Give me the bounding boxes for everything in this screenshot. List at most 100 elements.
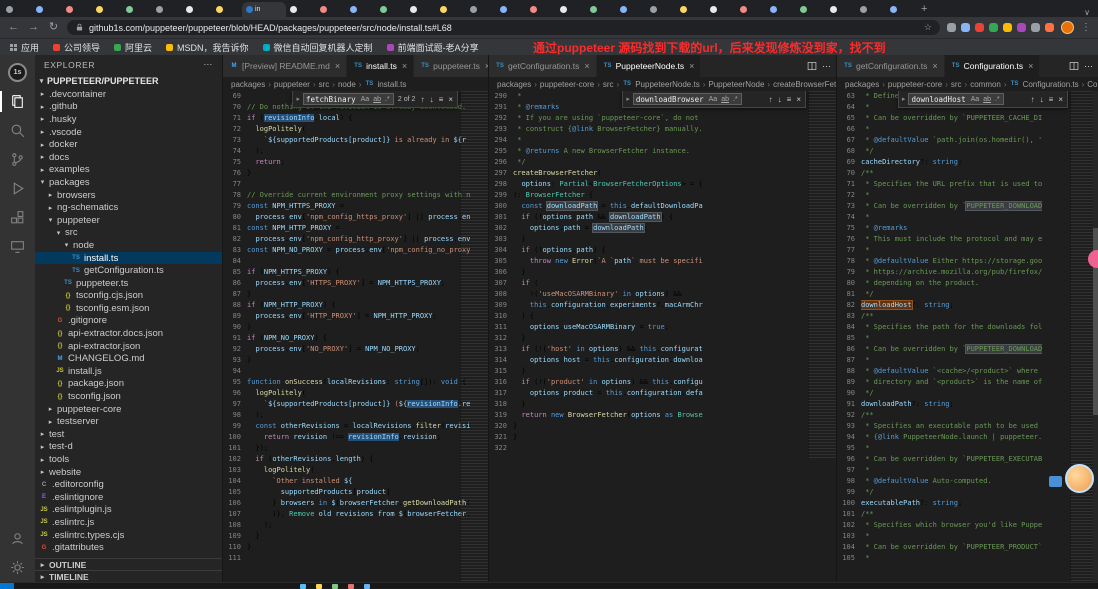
breadcrumb-item[interactable]: packages — [231, 80, 265, 89]
browser-tab[interactable] — [586, 2, 616, 17]
floating-assistant[interactable] — [1065, 464, 1094, 493]
breadcrumb-item[interactable]: src — [603, 80, 614, 89]
browser-tab[interactable] — [646, 2, 676, 17]
browser-tab[interactable] — [496, 2, 526, 17]
tree-item-src[interactable]: ▾src — [35, 227, 222, 240]
find-in-selection-icon[interactable]: ≡ — [1048, 95, 1055, 104]
browser-tab[interactable] — [736, 2, 766, 17]
browser-tab[interactable] — [556, 2, 586, 17]
browser-tab[interactable] — [212, 2, 242, 17]
extension-icon[interactable] — [961, 23, 970, 32]
find-prev-icon[interactable]: ↑ — [1030, 95, 1036, 104]
find-next-icon[interactable]: ↓ — [429, 95, 435, 104]
more-actions-icon[interactable]: ⋯ — [822, 61, 831, 72]
editor-tab[interactable]: TSgetConfiguration.ts× — [837, 55, 945, 77]
close-tab-icon[interactable]: × — [402, 61, 407, 71]
tree-item-getConfiguration.ts[interactable]: TSgetConfiguration.ts — [35, 264, 222, 277]
tree-item-install.ts[interactable]: TSinstall.ts — [35, 252, 222, 265]
extension-icon[interactable] — [989, 23, 998, 32]
account-icon[interactable] — [0, 524, 35, 553]
bookmark-star-icon[interactable]: ☆ — [924, 22, 932, 33]
breadcrumb-item[interactable]: PuppeteerNode — [708, 80, 764, 89]
more-actions-icon[interactable]: ⋯ — [1084, 61, 1093, 72]
close-tab-icon[interactable]: × — [584, 61, 589, 71]
tree-item-.gitattributes[interactable]: G.gitattributes — [35, 541, 222, 554]
editor-tab[interactable]: TSPuppeteerNode.ts× — [597, 55, 702, 77]
forward-button[interactable]: → — [27, 22, 40, 33]
find-input[interactable]: fetchBinaryAaab.* — [303, 93, 394, 105]
browser-tab[interactable] — [406, 2, 436, 17]
close-tab-icon[interactable]: × — [689, 61, 694, 71]
tree-item-.devcontainer[interactable]: ▸.devcontainer — [35, 88, 222, 101]
tree-item-browsers[interactable]: ▸browsers — [35, 189, 222, 202]
editor-tab[interactable]: TSinstall.ts× — [347, 55, 414, 77]
browser-tab[interactable] — [796, 2, 826, 17]
tree-item-CHANGELOG.md[interactable]: MCHANGELOG.md — [35, 352, 222, 365]
browser-tab[interactable] — [886, 2, 916, 17]
tree-item-tsconfig.cjs.json[interactable]: {}tsconfig.cjs.json — [35, 290, 222, 303]
match-case-icon[interactable]: Aa — [708, 96, 719, 103]
find-input[interactable]: downloadBrowserAaab.* — [633, 93, 742, 105]
breadcrumb-item[interactable]: puppeteer-core — [540, 80, 594, 89]
breadcrumb-item[interactable]: packages — [845, 80, 879, 89]
split-editor-icon[interactable] — [807, 61, 817, 71]
extension-icon[interactable] — [1031, 23, 1040, 32]
explorer-root[interactable]: ▾ PUPPETEER/PUPPETEER — [35, 74, 222, 88]
extension-icon[interactable] — [975, 23, 984, 32]
breadcrumb-item[interactable]: src — [951, 80, 962, 89]
find-close-icon[interactable]: × — [795, 95, 802, 104]
browser-tab[interactable] — [376, 2, 406, 17]
run-debug-icon[interactable] — [0, 174, 35, 203]
breadcrumb-item[interactable]: PuppeteerNode.ts — [635, 80, 700, 89]
find-next-icon[interactable]: ↓ — [777, 95, 783, 104]
find-prev-icon[interactable]: ↑ — [420, 95, 426, 104]
breadcrumb-item[interactable]: createBrowserFetcher — [773, 80, 836, 89]
floating-chat-tag[interactable] — [1049, 476, 1062, 487]
find-in-selection-icon[interactable]: ≡ — [438, 95, 445, 104]
settings-gear-icon[interactable] — [0, 553, 35, 582]
tree-item-packages[interactable]: ▾packages — [35, 176, 222, 189]
tree-item-testserver[interactable]: ▸testserver — [35, 415, 222, 428]
reload-button[interactable]: ↻ — [47, 22, 60, 33]
tree-item-docs[interactable]: ▸docs — [35, 151, 222, 164]
browser-tab[interactable] — [92, 2, 122, 17]
find-in-selection-icon[interactable]: ≡ — [786, 95, 793, 104]
breadcrumb-item[interactable]: node — [338, 80, 356, 89]
regex-icon[interactable]: .* — [384, 96, 391, 103]
breadcrumb-item[interactable]: puppeteer — [274, 80, 310, 89]
tree-item-puppeteer.ts[interactable]: TSpuppeteer.ts — [35, 277, 222, 290]
browser-tab[interactable]: in — [242, 2, 286, 17]
bookmark-item[interactable]: 微信自动回复机器人定制 — [263, 41, 373, 54]
find-prev-icon[interactable]: ↑ — [768, 95, 774, 104]
minimap[interactable] — [460, 91, 488, 582]
close-tab-icon[interactable]: × — [1028, 61, 1033, 71]
extension-icon[interactable] — [1017, 23, 1026, 32]
browser-tab[interactable] — [2, 2, 32, 17]
browser-tab[interactable] — [466, 2, 496, 17]
browser-tab[interactable] — [346, 2, 376, 17]
remote-explorer-icon[interactable] — [0, 232, 35, 261]
tree-item-tsconfig.esm.json[interactable]: {}tsconfig.esm.json — [35, 302, 222, 315]
whole-word-icon[interactable]: ab — [720, 96, 730, 103]
editor-tab[interactable]: M[Preview] README.md× — [223, 55, 347, 77]
outline-section[interactable]: ▸ OUTLINE — [35, 558, 222, 570]
code-editor[interactable]: 290 *291 * @remarks292 * If you are usin… — [489, 91, 836, 582]
tree-item-.gitignore[interactable]: G.gitignore — [35, 315, 222, 328]
bookmark-item[interactable]: 公司领导 — [53, 41, 100, 54]
find-close-icon[interactable]: × — [447, 95, 454, 104]
browser-tab[interactable] — [526, 2, 556, 17]
breadcrumb-item[interactable]: packages — [497, 80, 531, 89]
sidebar-more-icon[interactable]: ⋯ — [203, 59, 213, 70]
breadcrumb-item[interactable]: src — [319, 80, 330, 89]
browser-tab[interactable] — [286, 2, 316, 17]
browser-tab[interactable] — [62, 2, 92, 17]
find-input[interactable]: downloadHostAaab.* — [908, 93, 1003, 105]
minimap[interactable] — [808, 91, 836, 459]
extensions-icon[interactable] — [0, 203, 35, 232]
tree-item-.eslintrc.types.cjs[interactable]: JS.eslintrc.types.cjs — [35, 529, 222, 542]
regex-icon[interactable]: .* — [994, 96, 1001, 103]
browser-tab[interactable] — [676, 2, 706, 17]
tree-item-tools[interactable]: ▸tools — [35, 453, 222, 466]
tree-item-test-d[interactable]: ▸test-d — [35, 441, 222, 454]
bookmark-item[interactable]: 应用 — [10, 41, 39, 54]
